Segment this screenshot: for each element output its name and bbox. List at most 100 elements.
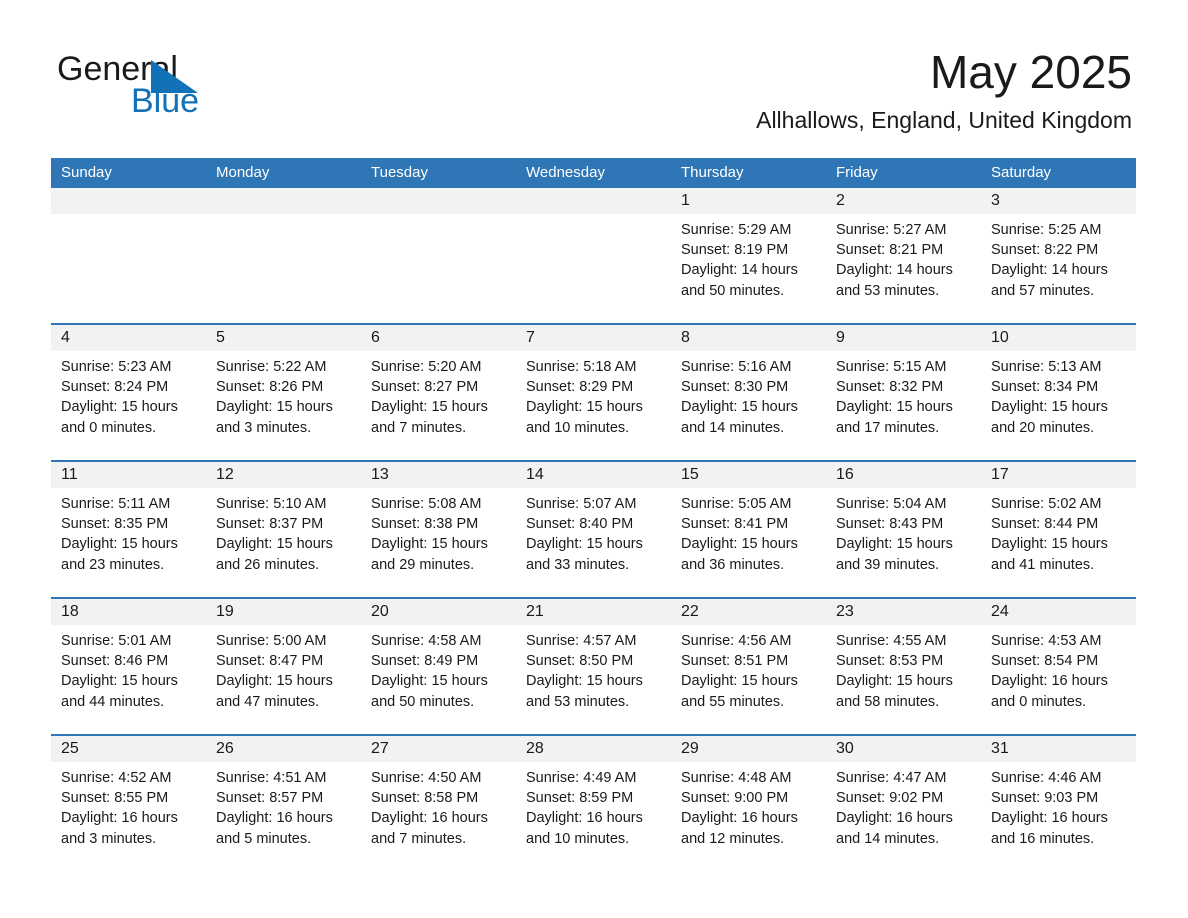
calendar-day-cell[interactable]: 28 Sunrise: 4:49 AM Sunset: 8:59 PM Dayligh…	[516, 734, 671, 871]
calendar-day-cell[interactable]: 14 Sunrise: 5:07 AM Sunset: 8:40 PM Dayligh…	[516, 460, 671, 598]
calendar-day-cell[interactable]: 25 Sunrise: 4:52 AM Sunset: 8:55 PM Dayligh…	[51, 734, 206, 871]
day-number: 26	[206, 736, 361, 762]
sunrise-text: Sunrise: 5:15 AM	[836, 359, 947, 375]
weekday-header-thursday: Thursday	[671, 158, 826, 188]
day-number: 14	[516, 462, 671, 488]
daylight-text-line2: and 39 minutes.	[836, 556, 940, 573]
calendar-day-cell[interactable]: 17 Sunrise: 5:02 AM Sunset: 8:44 PM Dayligh…	[981, 460, 1136, 598]
day-number	[361, 188, 516, 214]
calendar-day-cell[interactable]: 23 Sunrise: 4:55 AM Sunset: 8:53 PM Dayligh…	[826, 597, 981, 735]
daylight-text-line2: and 57 minutes.	[991, 282, 1095, 299]
day-number: 30	[826, 736, 981, 762]
calendar-day-cell[interactable]: 8 Sunrise: 5:16 AM Sunset: 8:30 PM Daylight…	[671, 323, 826, 461]
calendar-day-cell[interactable]: 26 Sunrise: 4:51 AM Sunset: 8:57 PM Dayligh…	[206, 734, 361, 871]
calendar-day-cell[interactable]: 19 Sunrise: 5:00 AM Sunset: 8:47 PM Dayligh…	[206, 597, 361, 735]
calendar-day-cell[interactable]: 31 Sunrise: 4:46 AM Sunset: 9:03 PM Dayligh…	[981, 734, 1136, 871]
sunrise-text: Sunrise: 5:10 AM	[216, 496, 327, 512]
sunset-text: Sunset: 8:29 PM	[526, 379, 634, 396]
day-details: Sunrise: 5:15 AM Sunset: 8:32 PM Daylight:…	[826, 351, 981, 438]
day-details: Sunrise: 5:10 AM Sunset: 8:37 PM Daylight:…	[206, 488, 361, 575]
calendar-day-cell[interactable]: 29 Sunrise: 4:48 AM Sunset: 9:00 PM Dayligh…	[671, 734, 826, 871]
sunrise-text: Sunrise: 5:00 AM	[216, 633, 327, 649]
daylight-text-line1: Daylight: 15 hours	[61, 536, 178, 553]
daylight-text-line1: Daylight: 15 hours	[371, 673, 488, 690]
calendar-day-cell[interactable]: 11 Sunrise: 5:11 AM Sunset: 8:35 PM Dayligh…	[51, 460, 206, 598]
daylight-text-line2: and 14 minutes.	[681, 419, 785, 436]
calendar-day-cell[interactable]: 20 Sunrise: 4:58 AM Sunset: 8:49 PM Dayligh…	[361, 597, 516, 735]
calendar-day-cell[interactable]: 27 Sunrise: 4:50 AM Sunset: 8:58 PM Dayligh…	[361, 734, 516, 871]
weekday-header-saturday: Saturday	[981, 158, 1136, 188]
calendar-day-cell[interactable]: 10 Sunrise: 5:13 AM Sunset: 8:34 PM Dayligh…	[981, 323, 1136, 461]
sunset-text: Sunset: 8:55 PM	[61, 790, 169, 807]
daylight-text-line1: Daylight: 14 hours	[681, 262, 798, 279]
calendar-day-cell-empty	[361, 188, 516, 324]
calendar-day-cell[interactable]: 30 Sunrise: 4:47 AM Sunset: 9:02 PM Dayligh…	[826, 734, 981, 871]
day-number: 9	[826, 325, 981, 351]
calendar-day-cell[interactable]: 2 Sunrise: 5:27 AM Sunset: 8:21 PM Daylight…	[826, 188, 981, 324]
sunset-text: Sunset: 8:22 PM	[991, 242, 1099, 259]
calendar-day-cell[interactable]: 21 Sunrise: 4:57 AM Sunset: 8:50 PM Dayligh…	[516, 597, 671, 735]
day-details: Sunrise: 5:11 AM Sunset: 8:35 PM Daylight:…	[51, 488, 206, 575]
sunrise-text: Sunrise: 5:22 AM	[216, 359, 327, 375]
calendar-day-cell[interactable]: 3 Sunrise: 5:25 AM Sunset: 8:22 PM Daylight…	[981, 188, 1136, 324]
sunrise-text: Sunrise: 4:58 AM	[371, 633, 482, 649]
sunrise-sunset-calendar: Sunday Monday Tuesday Wednesday Thursday…	[51, 158, 1136, 871]
sunset-text: Sunset: 8:43 PM	[836, 516, 944, 533]
sunset-text: Sunset: 8:41 PM	[681, 516, 789, 533]
daylight-text-line2: and 14 minutes.	[836, 830, 940, 847]
sunset-text: Sunset: 8:38 PM	[371, 516, 479, 533]
calendar-day-cell[interactable]: 6 Sunrise: 5:20 AM Sunset: 8:27 PM Daylight…	[361, 323, 516, 461]
calendar-day-cell[interactable]: 18 Sunrise: 5:01 AM Sunset: 8:46 PM Dayligh…	[51, 597, 206, 735]
day-number: 7	[516, 325, 671, 351]
sunrise-text: Sunrise: 4:47 AM	[836, 770, 947, 786]
calendar-day-cell[interactable]: 15 Sunrise: 5:05 AM Sunset: 8:41 PM Dayligh…	[671, 460, 826, 598]
daylight-text-line1: Daylight: 16 hours	[991, 810, 1108, 827]
calendar-day-cell[interactable]: 9 Sunrise: 5:15 AM Sunset: 8:32 PM Daylight…	[826, 323, 981, 461]
calendar-day-cell[interactable]: 4 Sunrise: 5:23 AM Sunset: 8:24 PM Daylight…	[51, 323, 206, 461]
daylight-text-line1: Daylight: 15 hours	[991, 536, 1108, 553]
page-header: General Blue May 2025 Allhallows, Englan…	[0, 0, 1188, 152]
sunset-text: Sunset: 8:44 PM	[991, 516, 1099, 533]
calendar-day-cell[interactable]: 5 Sunrise: 5:22 AM Sunset: 8:26 PM Daylight…	[206, 323, 361, 461]
day-details: Sunrise: 5:23 AM Sunset: 8:24 PM Daylight:…	[51, 351, 206, 438]
weekday-header-friday: Friday	[826, 158, 981, 188]
day-details: Sunrise: 5:27 AM Sunset: 8:21 PM Daylight:…	[826, 214, 981, 301]
weekday-header-sunday: Sunday	[51, 158, 206, 188]
sunset-text: Sunset: 8:37 PM	[216, 516, 324, 533]
calendar-day-cell[interactable]: 13 Sunrise: 5:08 AM Sunset: 8:38 PM Dayligh…	[361, 460, 516, 598]
daylight-text-line2: and 0 minutes.	[61, 419, 157, 436]
location-subtitle: Allhallows, England, United Kingdom	[756, 107, 1132, 133]
day-details: Sunrise: 5:13 AM Sunset: 8:34 PM Daylight:…	[981, 351, 1136, 438]
day-details: Sunrise: 4:52 AM Sunset: 8:55 PM Daylight:…	[51, 762, 206, 849]
sunset-text: Sunset: 9:02 PM	[836, 790, 944, 807]
calendar-day-cell[interactable]: 12 Sunrise: 5:10 AM Sunset: 8:37 PM Dayligh…	[206, 460, 361, 598]
calendar-day-cell[interactable]: 22 Sunrise: 4:56 AM Sunset: 8:51 PM Dayligh…	[671, 597, 826, 735]
sunrise-text: Sunrise: 5:23 AM	[61, 359, 172, 375]
day-details: Sunrise: 4:58 AM Sunset: 8:49 PM Daylight:…	[361, 625, 516, 712]
sunrise-text: Sunrise: 5:25 AM	[991, 222, 1102, 238]
calendar-body: 1 Sunrise: 5:29 AM Sunset: 8:19 PM Daylight…	[51, 188, 1136, 871]
sunrise-text: Sunrise: 4:49 AM	[526, 770, 637, 786]
daylight-text-line2: and 20 minutes.	[991, 419, 1095, 436]
daylight-text-line2: and 50 minutes.	[681, 282, 785, 299]
calendar-day-cell[interactable]: 1 Sunrise: 5:29 AM Sunset: 8:19 PM Daylight…	[671, 188, 826, 324]
day-number: 11	[51, 462, 206, 488]
daylight-text-line2: and 23 minutes.	[61, 556, 165, 573]
calendar-day-cell[interactable]: 24 Sunrise: 4:53 AM Sunset: 8:54 PM Dayligh…	[981, 597, 1136, 735]
sunset-text: Sunset: 8:51 PM	[681, 653, 789, 670]
daylight-text-line2: and 3 minutes.	[216, 419, 312, 436]
calendar-day-cell[interactable]: 16 Sunrise: 5:04 AM Sunset: 8:43 PM Dayligh…	[826, 460, 981, 598]
daylight-text-line1: Daylight: 15 hours	[61, 673, 178, 690]
daylight-text-line2: and 12 minutes.	[681, 830, 785, 847]
general-blue-logo[interactable]: General Blue	[57, 50, 317, 130]
day-number: 15	[671, 462, 826, 488]
sunrise-text: Sunrise: 5:29 AM	[681, 222, 792, 238]
daylight-text-line2: and 0 minutes.	[991, 693, 1087, 710]
day-number: 20	[361, 599, 516, 625]
calendar-day-cell-empty	[206, 188, 361, 324]
daylight-text-line1: Daylight: 15 hours	[991, 399, 1108, 416]
calendar-day-cell[interactable]: 7 Sunrise: 5:18 AM Sunset: 8:29 PM Daylight…	[516, 323, 671, 461]
sunrise-text: Sunrise: 5:20 AM	[371, 359, 482, 375]
day-number: 10	[981, 325, 1136, 351]
daylight-text-line2: and 47 minutes.	[216, 693, 320, 710]
